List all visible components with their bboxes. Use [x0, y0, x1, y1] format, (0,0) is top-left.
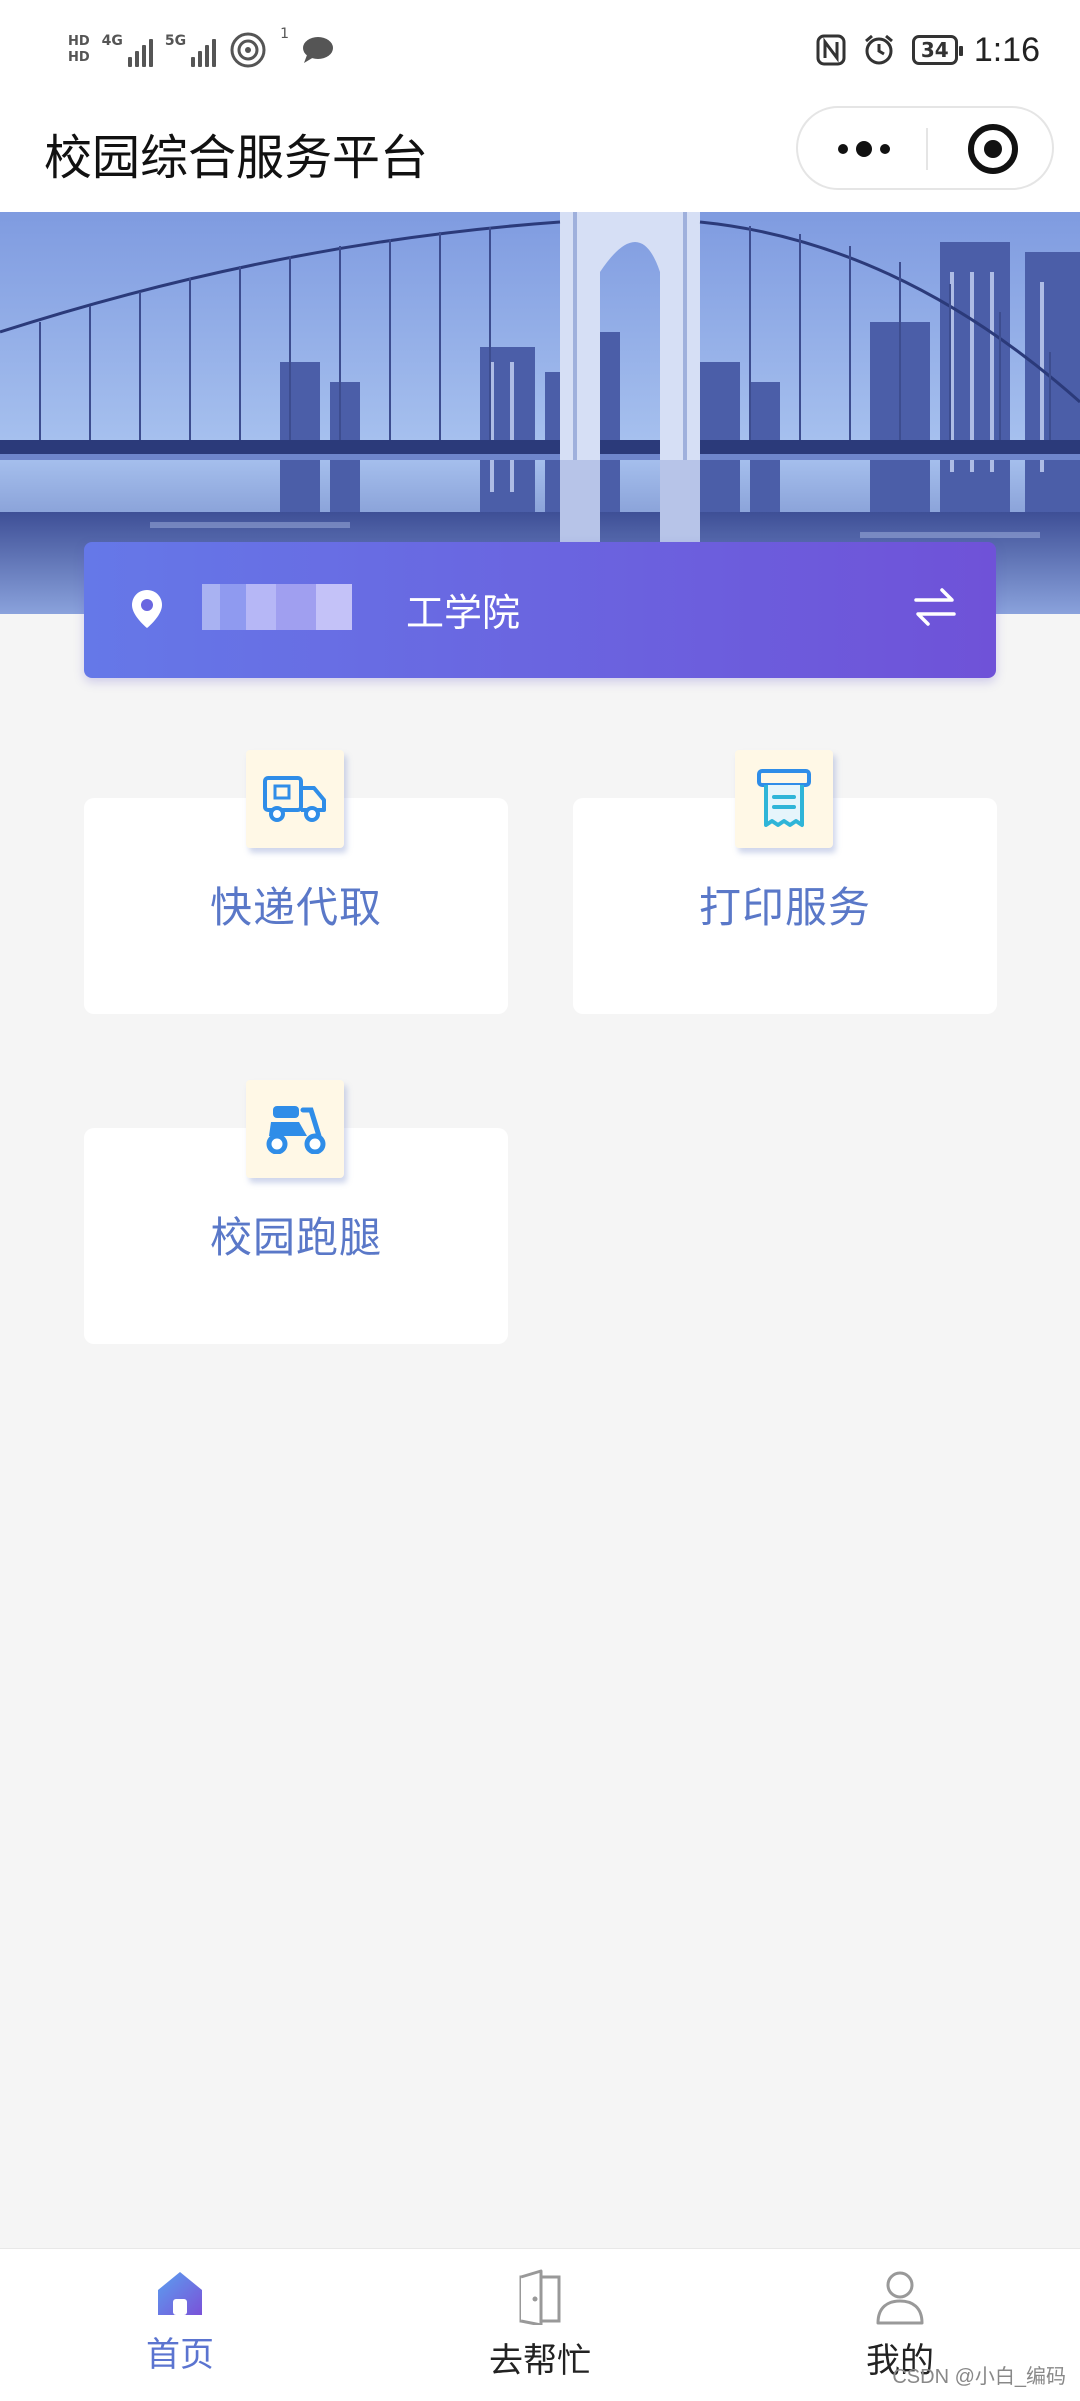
- service-label: 快递代取: [209, 883, 382, 932]
- service-card-errand[interactable]: 校园跑腿: [84, 1080, 508, 1344]
- network-4g-label: 4G: [101, 33, 123, 49]
- location-pin-icon: [132, 590, 162, 628]
- notification-count: 1: [280, 26, 290, 42]
- school-selector-card[interactable]: 工学院: [84, 542, 996, 678]
- switch-school-icon[interactable]: [912, 586, 958, 628]
- tab-label: 首页: [146, 2335, 214, 2375]
- printer-icon: [735, 750, 833, 848]
- user-icon: [876, 2271, 924, 2325]
- page-title: 校园综合服务平台: [44, 130, 429, 186]
- service-card-print[interactable]: 打印服务: [573, 750, 997, 1014]
- close-miniprogram-button[interactable]: [968, 124, 1018, 174]
- chat-bubble-icon: [303, 37, 334, 63]
- nfc-icon: [816, 34, 846, 66]
- service-label: 校园跑腿: [209, 1213, 382, 1262]
- watermark: CSDN @小白_编码: [892, 2366, 1066, 2388]
- status-bar: HD HD 4G 5G 1 34 1:16: [0, 0, 1080, 100]
- bottom-tab-bar: 首页 去帮忙 我的 CSDN @小白_编码: [0, 2248, 1080, 2401]
- tab-label: 去帮忙: [489, 2341, 591, 2381]
- signal-5g-icon: 5G: [164, 33, 217, 67]
- school-name: 工学院: [406, 591, 521, 635]
- scooter-icon: [246, 1080, 344, 1178]
- home-icon: [158, 2272, 202, 2315]
- network-5g-label: 5G: [164, 33, 187, 49]
- miniprogram-capsule: [796, 106, 1054, 190]
- battery-icon: 34: [911, 35, 963, 65]
- status-icons-left: HD HD 4G 5G 1: [68, 26, 335, 74]
- hotspot-icon: [230, 32, 266, 68]
- tab-home[interactable]: 首页: [80, 2269, 280, 2389]
- signal-4g-icon: 4G: [102, 33, 153, 67]
- status-icons-right: 34 1:16: [816, 26, 1040, 74]
- hd-label-2: HD: [68, 50, 90, 65]
- delivery-truck-icon: [246, 750, 344, 848]
- tab-help[interactable]: 去帮忙: [440, 2269, 640, 2389]
- nav-bar: 校园综合服务平台: [0, 100, 1080, 212]
- more-options-button[interactable]: [824, 126, 904, 172]
- clock: 1:16: [973, 30, 1040, 69]
- service-label: 打印服务: [698, 883, 871, 932]
- capsule-divider: [926, 128, 928, 170]
- service-card-express[interactable]: 快递代取: [84, 750, 508, 1014]
- alarm-icon: [864, 34, 893, 65]
- hd-indicator: HD HD: [68, 34, 90, 66]
- battery-level: 34: [920, 38, 949, 62]
- redacted-school-prefix: [202, 584, 422, 630]
- hd-label-1: HD: [68, 34, 90, 49]
- door-icon: [519, 2269, 561, 2325]
